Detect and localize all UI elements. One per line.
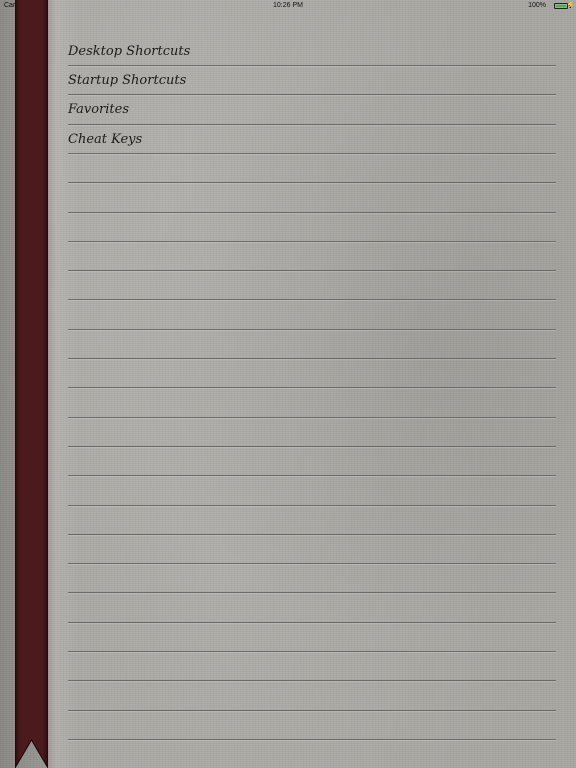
ruled-line bbox=[68, 680, 556, 681]
ruled-line bbox=[68, 387, 556, 388]
menu-item-startup-shortcuts[interactable]: Startup Shortcuts bbox=[68, 66, 556, 95]
charging-icon: ⚡ bbox=[566, 2, 575, 9]
ruled-line bbox=[68, 417, 556, 418]
ruled-line bbox=[68, 358, 556, 359]
ruled-line bbox=[68, 241, 556, 242]
ruled-line bbox=[68, 739, 556, 740]
ruled-line bbox=[68, 622, 556, 623]
ruled-line bbox=[68, 651, 556, 652]
ruled-line bbox=[68, 710, 556, 711]
ruled-line bbox=[68, 505, 556, 506]
ruled-line bbox=[68, 475, 556, 476]
ruled-line bbox=[68, 563, 556, 564]
battery-fill bbox=[556, 5, 566, 7]
ruled-line bbox=[68, 534, 556, 535]
ruled-line bbox=[68, 299, 556, 300]
menu-item-cheat-keys[interactable]: Cheat Keys bbox=[68, 125, 556, 154]
ruled-line bbox=[68, 270, 556, 271]
ruled-line bbox=[68, 182, 556, 183]
ruled-line bbox=[68, 212, 556, 213]
menu-item-desktop-shortcuts[interactable]: Desktop Shortcuts bbox=[68, 37, 556, 66]
menu-item-favorites[interactable]: Favorites bbox=[68, 95, 556, 124]
ruled-line bbox=[68, 446, 556, 447]
ruled-line bbox=[68, 592, 556, 593]
bookmark-ribbon bbox=[15, 0, 48, 768]
ruled-line bbox=[68, 329, 556, 330]
